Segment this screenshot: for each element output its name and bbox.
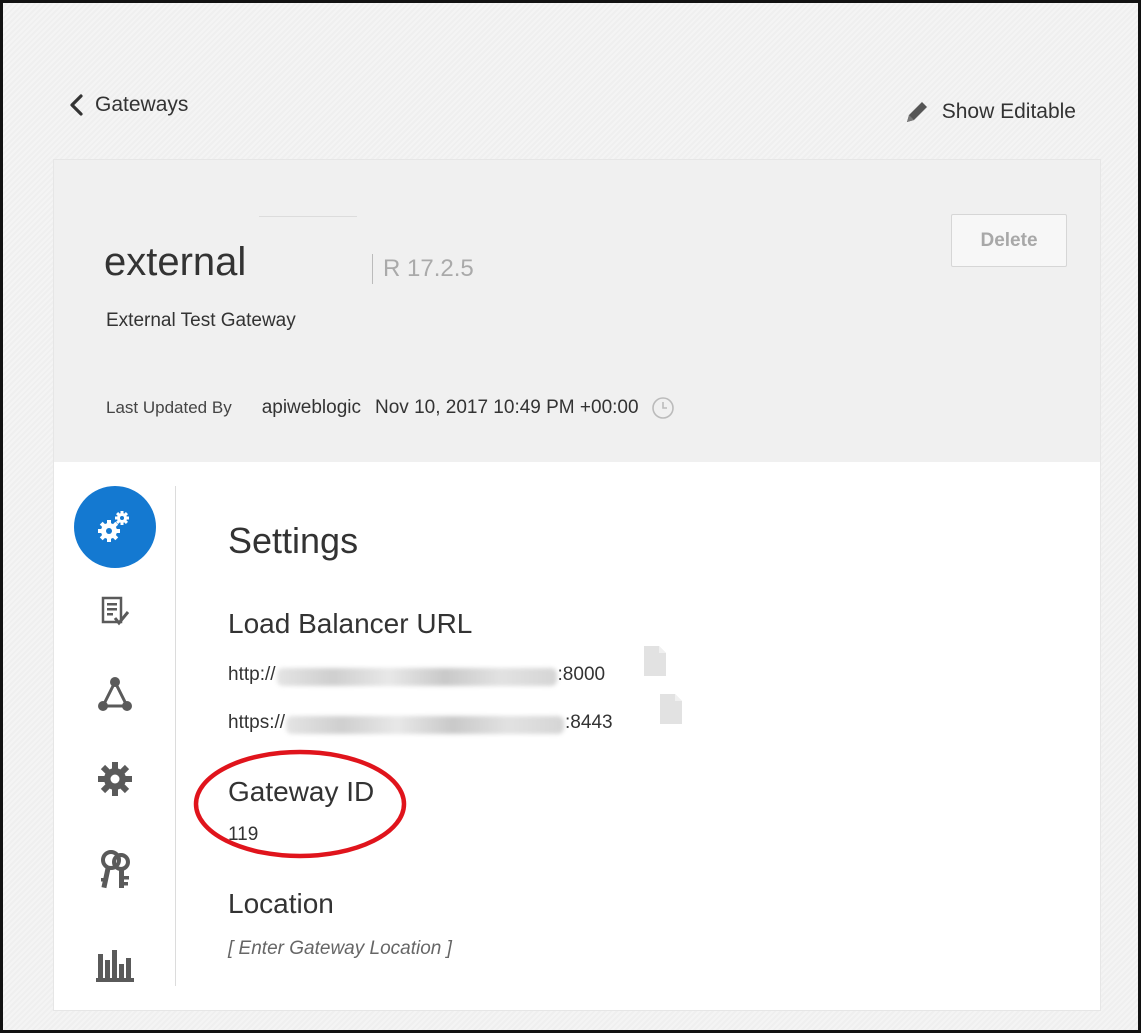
show-editable-toggle[interactable]: Show Editable xyxy=(904,97,1076,127)
checklist-icon xyxy=(101,596,130,626)
http-url: http:// :8000 xyxy=(228,664,605,686)
https-url-prefix: https:// xyxy=(228,712,286,733)
last-updated-time: Nov 10, 2017 10:49 PM +00:00 xyxy=(375,397,639,418)
version-text: R 17.2.5 xyxy=(383,255,474,282)
gateway-header: external R 17.2.5 External Test Gateway … xyxy=(54,160,1100,462)
nodes-icon xyxy=(98,677,132,711)
sidebar-item-settings[interactable] xyxy=(54,486,176,568)
clock-icon xyxy=(651,397,674,419)
gateway-id-label: Gateway ID xyxy=(228,776,375,807)
location-input[interactable]: [ Enter Gateway Location ] xyxy=(228,938,452,960)
settings-title: Settings xyxy=(228,520,359,561)
gear-icon xyxy=(98,762,132,796)
last-updated-label: Last Updated By xyxy=(106,398,232,417)
back-link-label: Gateways xyxy=(95,93,189,116)
sidebar-item-requests[interactable] xyxy=(54,596,176,628)
sidebar-item-keys[interactable] xyxy=(54,850,176,892)
settings-gears-icon xyxy=(98,511,129,542)
window-frame: Gateways Show Editable external R 17.2.5… xyxy=(0,0,1141,1033)
gateway-id-value: 119 xyxy=(228,824,259,845)
last-updated-row: Last Updated By apiweblogic Nov 10, 2017… xyxy=(106,393,675,423)
gateway-version: R 17.2.5 xyxy=(372,254,474,284)
keys-icon xyxy=(101,850,130,889)
gateway-sidebar xyxy=(54,462,176,1012)
active-indicator xyxy=(74,486,156,568)
sidebar-divider xyxy=(175,486,176,986)
location-label: Location xyxy=(228,888,334,919)
settings-panel: Settings Load Balancer URL http:// :8000… xyxy=(228,462,1100,1012)
sidebar-item-analytics[interactable] xyxy=(54,948,176,984)
header-divider xyxy=(259,216,357,217)
sidebar-item-settings-gear[interactable] xyxy=(54,760,176,798)
redacted-host xyxy=(286,716,565,734)
gateway-name: external xyxy=(104,240,247,284)
version-separator xyxy=(372,254,373,284)
chevron-left-icon xyxy=(70,94,83,116)
http-url-port: :8000 xyxy=(557,664,606,685)
http-url-prefix: http:// xyxy=(228,664,276,685)
https-url-port: :8443 xyxy=(565,712,613,733)
copy-icon[interactable] xyxy=(658,692,684,726)
sidebar-item-nodes[interactable] xyxy=(54,674,176,714)
last-updated-user: apiweblogic xyxy=(261,397,361,418)
analytics-chart-icon xyxy=(96,950,134,982)
gateway-card: external R 17.2.5 External Test Gateway … xyxy=(53,159,1101,1011)
delete-button[interactable]: Delete xyxy=(951,214,1067,267)
load-balancer-label: Load Balancer URL xyxy=(228,608,473,639)
redacted-host xyxy=(276,668,557,686)
gateway-description: External Test Gateway xyxy=(106,310,296,331)
show-editable-label: Show Editable xyxy=(941,100,1076,123)
https-url: https:// :8443 xyxy=(228,712,613,734)
copy-icon[interactable] xyxy=(642,644,668,678)
back-to-gateways-link[interactable]: Gateways xyxy=(67,91,188,119)
pencil-icon xyxy=(906,102,927,122)
